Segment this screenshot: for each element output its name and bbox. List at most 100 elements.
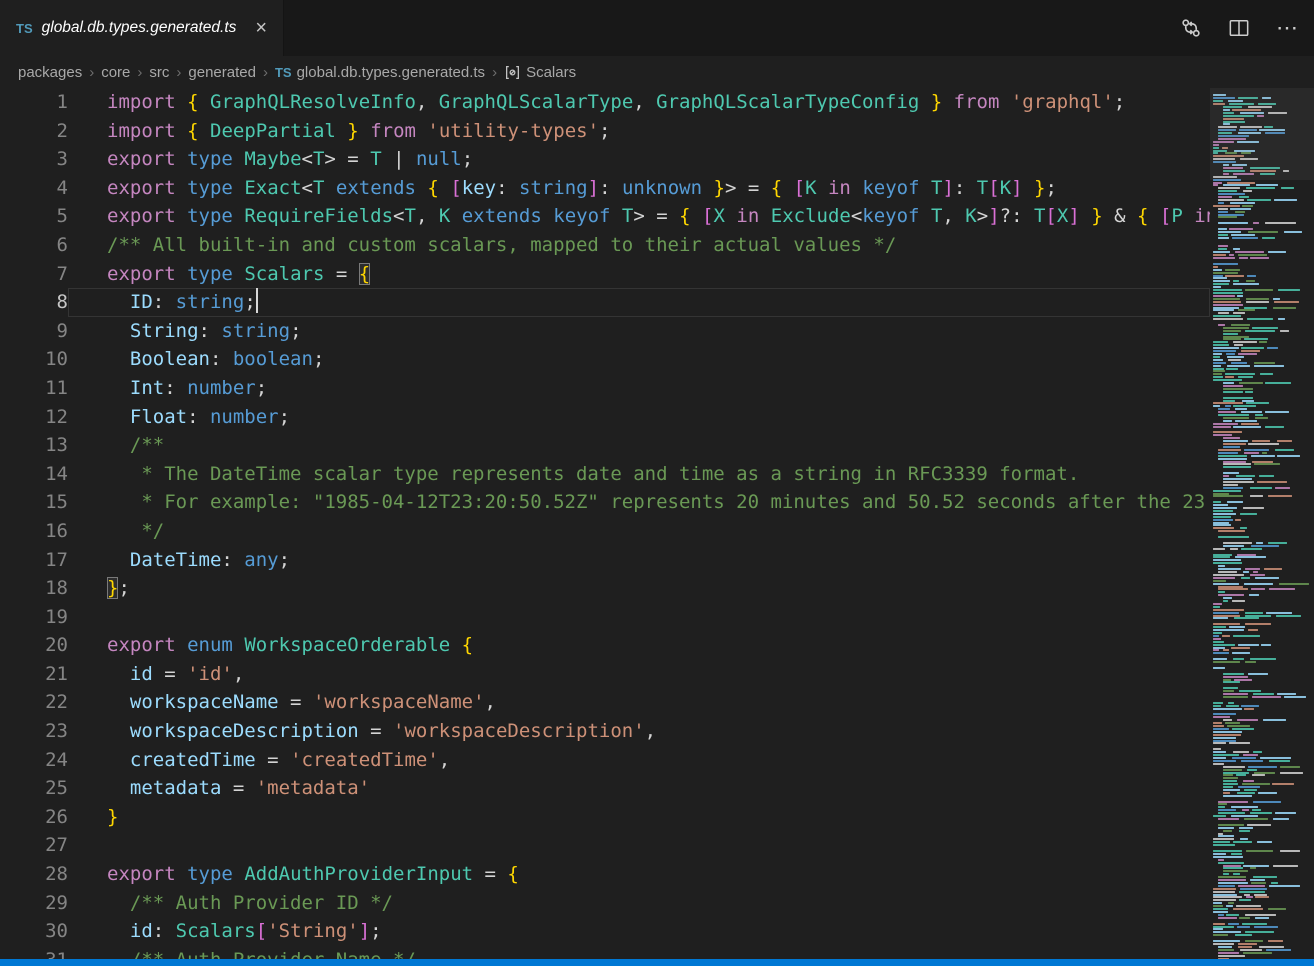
code-token: , xyxy=(633,91,656,113)
line-text[interactable]: export type Maybe<T> = T | null; xyxy=(68,145,1210,174)
code-token: = xyxy=(153,663,187,685)
line-number: 23 xyxy=(0,717,68,746)
minimap[interactable] xyxy=(1210,88,1314,959)
line-text[interactable]: String: string; xyxy=(68,317,1210,346)
code-token: export xyxy=(107,205,176,227)
line-text[interactable]: import { DeepPartial } from 'utility-typ… xyxy=(68,117,1210,146)
code-token xyxy=(107,720,130,742)
breadcrumb-item-src[interactable]: src xyxy=(149,64,169,81)
split-editor-icon[interactable] xyxy=(1228,17,1250,39)
breadcrumb-label: src xyxy=(149,64,169,81)
code-token xyxy=(176,177,187,199)
breadcrumb-item-core[interactable]: core xyxy=(101,64,130,81)
line-text[interactable]: workspaceName = 'workspaceName', xyxy=(68,688,1210,717)
code-token: = xyxy=(221,777,255,799)
code-token: * The DateTime scalar type represents da… xyxy=(107,463,1079,485)
code-token: { xyxy=(427,177,438,199)
code-token: { xyxy=(359,263,370,285)
line-text[interactable]: /** Auth Provider ID */ xyxy=(68,889,1210,918)
code-token: T xyxy=(622,205,633,227)
line-text[interactable]: id = 'id', xyxy=(68,660,1210,689)
code-line-15: 15 * For example: "1985-04-12T23:20:50.5… xyxy=(0,488,1210,517)
code-token xyxy=(199,120,210,142)
code-token: string xyxy=(519,177,588,199)
line-text[interactable]: Boolean: boolean; xyxy=(68,345,1210,374)
line-text[interactable]: createdTime = 'createdTime', xyxy=(68,746,1210,775)
code-token: * For example: "1985-04-12T23:20:50.52Z"… xyxy=(107,491,1205,513)
line-text[interactable]: metadata = 'metadata' xyxy=(68,774,1210,803)
code-token: , xyxy=(645,720,656,742)
code-token: id xyxy=(130,663,153,685)
line-text[interactable]: * The DateTime scalar type represents da… xyxy=(68,460,1210,489)
code-token: > xyxy=(977,205,988,227)
text-cursor xyxy=(256,288,258,313)
code-token: 'String' xyxy=(267,920,359,942)
breadcrumb-label: global.db.types.generated.ts xyxy=(297,64,485,81)
line-text[interactable]: workspaceDescription = 'workspaceDescrip… xyxy=(68,717,1210,746)
code-line-2: 2import { DeepPartial } from 'utility-ty… xyxy=(0,117,1210,146)
code-area[interactable]: 1import { GraphQLResolveInfo, GraphQLSca… xyxy=(0,88,1210,959)
close-tab-icon[interactable]: × xyxy=(255,18,267,38)
breadcrumb-item-global-db-types-generated-ts[interactable]: TS global.db.types.generated.ts xyxy=(275,64,485,81)
compare-changes-icon[interactable] xyxy=(1180,17,1202,39)
code-token: } xyxy=(347,120,358,142)
code-token xyxy=(233,205,244,227)
breadcrumb-label: core xyxy=(101,64,130,81)
code-token: metadata xyxy=(130,777,222,799)
code-line-30: 30 id: Scalars['String']; xyxy=(0,917,1210,946)
breadcrumb: packages›core›src›generated›TSglobal.db.… xyxy=(0,56,1314,88)
line-text[interactable]: export type RequireFields<T, K extends k… xyxy=(68,202,1210,231)
code-token xyxy=(176,263,187,285)
code-token: key xyxy=(462,177,496,199)
line-text[interactable]: export type Exact<T extends { [key: stri… xyxy=(68,174,1210,203)
line-text[interactable]: } xyxy=(68,803,1210,832)
code-token: DeepPartial xyxy=(210,120,336,142)
code-token: type xyxy=(187,863,233,885)
breadcrumb-item-packages[interactable]: packages xyxy=(18,64,82,81)
code-token: { xyxy=(771,177,782,199)
code-token: , xyxy=(233,663,244,685)
breadcrumb-separator: › xyxy=(176,64,181,81)
code-line-20: 20export enum WorkspaceOrderable { xyxy=(0,631,1210,660)
code-token: ; xyxy=(599,120,610,142)
line-text[interactable]: }; xyxy=(68,574,1210,603)
code-token xyxy=(107,320,130,342)
code-token xyxy=(107,920,130,942)
breadcrumb-item-generated[interactable]: generated xyxy=(188,64,256,81)
line-text[interactable]: import { GraphQLResolveInfo, GraphQLScal… xyxy=(68,88,1210,117)
line-text[interactable]: export type Scalars = { xyxy=(68,260,1210,289)
code-token xyxy=(107,348,130,370)
breadcrumb-label: packages xyxy=(18,64,82,81)
more-actions-icon[interactable]: ⋯ xyxy=(1276,17,1298,39)
line-text[interactable]: id: Scalars['String']; xyxy=(68,917,1210,946)
line-text[interactable]: /** Auth Provider Name */ xyxy=(68,946,1210,959)
line-text[interactable] xyxy=(68,831,1210,860)
breadcrumb-separator: › xyxy=(263,64,268,81)
line-text[interactable] xyxy=(68,603,1210,632)
code-token: P xyxy=(1171,205,1182,227)
line-text[interactable]: export type AddAuthProviderInput = { xyxy=(68,860,1210,889)
line-text[interactable]: /** xyxy=(68,431,1210,460)
typescript-file-icon: TS xyxy=(275,65,292,80)
line-text[interactable]: DateTime: any; xyxy=(68,546,1210,575)
line-text[interactable]: Float: number; xyxy=(68,403,1210,432)
code-token: : xyxy=(599,177,622,199)
line-number: 14 xyxy=(0,460,68,489)
line-text[interactable]: Int: number; xyxy=(68,374,1210,403)
line-text[interactable]: /** All built-in and custom scalars, map… xyxy=(68,231,1210,260)
tab-global-db-types-generated-ts[interactable]: TS global.db.types.generated.ts × xyxy=(0,0,284,56)
minimap-slider[interactable] xyxy=(1210,88,1314,180)
line-number: 24 xyxy=(0,746,68,775)
code-token: workspaceDescription xyxy=(130,720,359,742)
code-token: ; xyxy=(279,549,290,571)
line-text[interactable]: * For example: "1985-04-12T23:20:50.52Z"… xyxy=(68,488,1210,517)
code-token: string xyxy=(221,320,290,342)
code-line-22: 22 workspaceName = 'workspaceName', xyxy=(0,688,1210,717)
line-text[interactable]: export enum WorkspaceOrderable { xyxy=(68,631,1210,660)
code-token xyxy=(919,91,930,113)
line-text[interactable]: ID: string; xyxy=(68,288,1210,317)
line-text[interactable]: */ xyxy=(68,517,1210,546)
breadcrumb-item-scalars[interactable]: Scalars xyxy=(504,64,576,81)
code-token: = xyxy=(256,749,290,771)
code-token: : xyxy=(496,177,519,199)
